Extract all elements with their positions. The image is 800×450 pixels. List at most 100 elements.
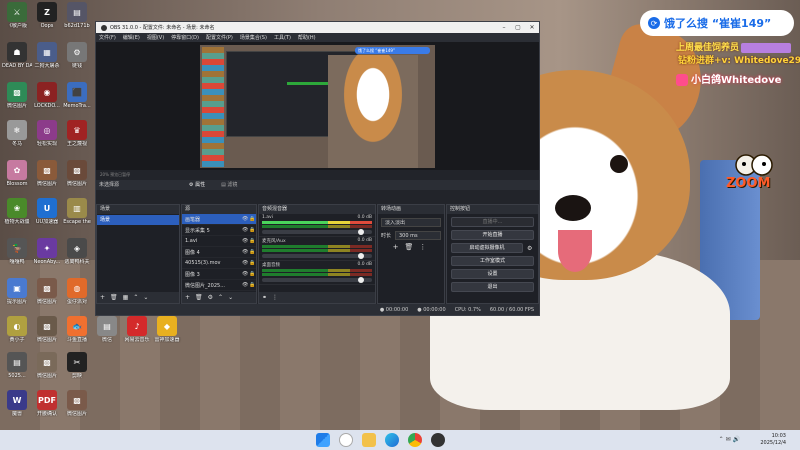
desktop-icon[interactable]: ▩ 微信图片 [32,316,62,352]
menu-item[interactable]: 文件(F) [99,34,116,41]
volume-slider[interactable] [262,229,372,235]
source-row[interactable]: 画笔器 👁 🔒 [182,214,256,225]
eye-icon[interactable]: 👁 [242,216,249,222]
desktop-icon[interactable]: ▩ 微信图片 [62,160,92,196]
desktop-icon[interactable]: ✂ 剪映 [62,352,92,388]
menu-item[interactable]: 编辑(E) [123,34,140,41]
clock[interactable]: 10:03 2025/12/4 [760,433,786,447]
lock-icon[interactable]: 🔒 [249,271,256,277]
duration-input[interactable]: 300 ms [395,231,441,240]
desktop-icon[interactable]: ♪ 网易云音乐 [122,316,152,352]
desktop-icon[interactable]: ▩ 微信图片 [2,82,32,118]
desktop-icon[interactable]: ▤ 微信 [92,316,122,352]
lock-icon[interactable]: 🔒 [249,216,256,222]
edge-icon[interactable] [385,433,399,447]
source-row[interactable]: 图像 4 👁 🔒 [182,247,256,258]
search-taskbar-icon[interactable] [339,433,353,447]
start-stream-button[interactable]: 开始直播 [451,230,534,240]
transition-menu-button[interactable]: ⋮ [419,243,426,251]
desktop-icon[interactable]: ▤ 5025... [2,352,32,388]
obs-titlebar[interactable]: OBS 31.0.0 - 配置文件: 未命名 - 场景: 未命名 – ▢ ✕ [96,22,539,33]
desktop-icon[interactable]: U UU加速器 [32,198,62,234]
lock-icon[interactable]: 🔒 [249,238,256,244]
lock-icon[interactable]: 🔒 [249,282,256,288]
add-transition-button[interactable]: + [393,243,399,251]
desktop-icon[interactable]: ▣ 提示图片 [2,278,32,314]
menu-item[interactable]: 配置文件(P) [206,34,233,41]
add-source-button[interactable]: + [185,294,190,301]
scene-filter-button[interactable]: ▦ [123,294,129,301]
settings-button[interactable]: 设置 [451,269,534,279]
desktop-icon[interactable]: ⚔ 《敏户版 [2,2,32,38]
desktop-icon[interactable]: PDF 开腰确认 [32,390,62,426]
desktop-icon[interactable]: ▩ 微信图片 [32,278,62,314]
desktop-icon[interactable]: ⬛ MemoTra... [62,82,92,118]
remove-transition-button[interactable]: 🗑 [404,243,413,251]
tab-filters[interactable]: ▤ 滤镜 [213,180,245,190]
desktop-icon[interactable]: ◉ LOCKDO... [32,82,62,118]
scene-up-button[interactable]: ⌃ [133,294,138,301]
preview-canvas[interactable]: 饿了么搜 “崔崔149” [200,45,435,168]
add-scene-button[interactable]: + [100,294,105,301]
volume-slider[interactable] [262,253,372,259]
menu-item[interactable]: 场景集合(S) [240,34,267,41]
system-tray[interactable]: ⌃ ✉ 🔊 [719,436,740,443]
close-button[interactable]: ✕ [525,24,539,31]
desktop-icon[interactable]: Z Oops [32,2,62,38]
menu-item[interactable]: 视图(V) [147,34,164,41]
lock-icon[interactable]: 🔒 [249,260,256,266]
eye-icon[interactable]: 👁 [242,227,249,233]
eye-icon[interactable]: 👁 [242,249,249,255]
minimize-button[interactable]: – [497,24,511,31]
lock-icon[interactable]: 🔒 [249,227,256,233]
exit-button[interactable]: 退出 [451,282,534,292]
source-row[interactable]: 显示采集 5 👁 🔒 [182,225,256,236]
desktop-icon[interactable]: ❀ 植物大战僵 [2,198,32,234]
scene-down-button[interactable]: ⌄ [143,294,148,301]
start-virtual-cam-button[interactable]: 启动虚拟摄像机 [451,243,523,253]
tab-properties[interactable]: ⚙ 属性 [181,180,213,190]
desktop-icon[interactable]: ✿ Blossom [2,160,32,196]
desktop-icon[interactable]: ♛ 王之蔑视 [62,120,92,156]
eye-icon[interactable]: 👁 [242,271,249,277]
desktop-icon[interactable]: ☗DEAD BY DAYLIGHT [2,42,32,78]
desktop-icon[interactable]: ◐ 黄小子 [2,316,32,352]
mixer-link-icon[interactable]: ⚭ [262,294,267,301]
gear-icon[interactable]: ⚙ [527,245,535,252]
lock-icon[interactable]: 🔒 [249,249,256,255]
desktop-icon[interactable]: ❄ 冬马 [2,120,32,156]
menu-item[interactable]: 工具(T) [274,34,291,41]
desktop-icon[interactable]: ✦ NeonAby... [32,238,62,274]
desktop-icon[interactable]: ◍ 蛋仔派对 [62,278,92,314]
menu-item[interactable]: 停靠窗口(D) [171,34,199,41]
windows-start-icon[interactable] [316,433,330,447]
studio-mode-button[interactable]: 工作室模式 [451,256,534,266]
desktop-icon[interactable]: ◎ 轻松实现 [32,120,62,156]
source-settings-button[interactable]: ⚙ [208,294,213,301]
remove-source-button[interactable]: 🗑 [195,294,203,301]
desktop-icon[interactable]: 🐟 斗鱼直播 [62,316,92,352]
desktop-icon[interactable]: ▦ 二狗大屠杀 [32,42,62,78]
eye-icon[interactable]: 👁 [242,260,249,266]
remove-scene-button[interactable]: 🗑 [110,294,118,301]
source-row[interactable]: 图像 3 👁 🔒 [182,269,256,280]
mixer-menu-button[interactable]: ⋮ [272,294,278,301]
obs-window[interactable]: OBS 31.0.0 - 配置文件: 未命名 - 场景: 未命名 – ▢ ✕ 文… [95,21,540,316]
desktop-icon[interactable]: ▩ 微信图片 [32,352,62,388]
eye-icon[interactable]: 👁 [242,238,249,244]
chrome-icon[interactable] [408,433,422,447]
source-row[interactable]: 1.avi 👁 🔒 [182,236,256,247]
desktop-icon[interactable]: ⚙ 链钱 [62,42,92,78]
source-row[interactable]: 微信图片_2025... 👁 🔒 [182,280,256,291]
desktop-icon[interactable]: ▩ 微信图片 [62,390,92,426]
desktop-icon[interactable]: 🦆 嘎嘎鸭 [2,238,32,274]
menu-item[interactable]: 帮助(H) [298,34,316,41]
eye-icon[interactable]: 👁 [242,282,249,288]
scene-item[interactable]: 场景 [97,215,179,225]
desktop-icon[interactable]: ◈ 逃离鸭科夫 [62,238,92,274]
desktop-icon[interactable]: ▩ 微信图片 [32,160,62,196]
file-explorer-icon[interactable] [362,433,376,447]
source-up-button[interactable]: ⌃ [218,294,223,301]
transition-select[interactable]: 淡入淡出 [381,218,441,227]
desktop-icon[interactable]: ▤ b62d171b [62,2,92,38]
